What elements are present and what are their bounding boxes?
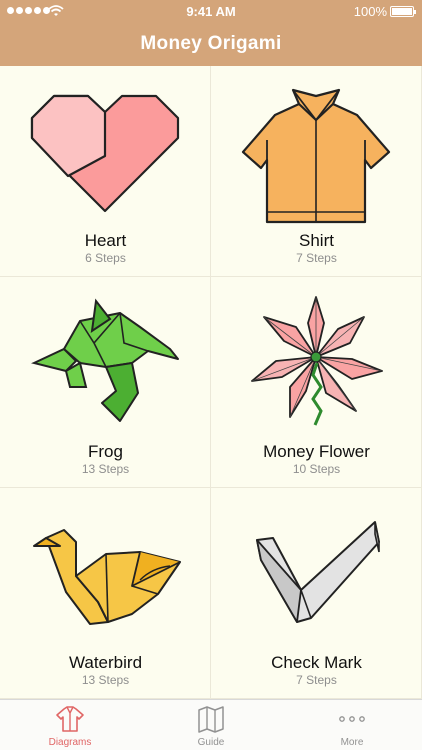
diagram-steps: 7 Steps	[296, 251, 337, 265]
page-title: Money Origami	[140, 33, 282, 54]
diagram-grid: Heart 6 Steps Shirt 7 Steps Frog 13 Step…	[0, 66, 422, 699]
shirt-icon	[241, 88, 391, 224]
diagram-title: Heart	[84, 231, 127, 250]
tab-label: More	[340, 737, 364, 748]
tab-label: Guide	[197, 737, 225, 748]
diagram-steps: 7 Steps	[296, 673, 337, 687]
navigation-bar: Money Origami	[0, 22, 422, 66]
battery-icon	[390, 6, 416, 17]
diagram-steps: 13 Steps	[81, 673, 130, 687]
check-mark-icon	[256, 521, 380, 623]
diagram-title: Frog	[88, 442, 123, 461]
map-icon	[198, 706, 224, 733]
shirt-outline-icon	[56, 706, 84, 732]
tab-guide[interactable]: Guide	[141, 700, 281, 750]
tab-more[interactable]: More	[282, 700, 422, 750]
diagram-steps: 10 Steps	[292, 462, 341, 476]
diagram-title: Waterbird	[68, 653, 143, 672]
diagram-card-heart[interactable]: Heart 6 Steps	[0, 66, 211, 277]
battery-percentage: 100%	[353, 4, 387, 19]
waterbird-icon	[33, 529, 181, 625]
diagram-steps: 6 Steps	[85, 251, 126, 265]
tab-bar: Diagrams Guide More	[0, 699, 422, 750]
diagram-title: Check Mark	[271, 653, 362, 672]
frog-icon	[31, 298, 179, 422]
tab-diagrams[interactable]: Diagrams	[0, 700, 140, 750]
ellipsis-icon	[339, 716, 365, 722]
diagram-title: Money Flower	[263, 442, 370, 461]
diagram-card-frog[interactable]: Frog 13 Steps	[0, 277, 211, 488]
flower-icon	[251, 296, 383, 426]
diagram-card-waterbird[interactable]: Waterbird 13 Steps	[0, 488, 211, 699]
diagram-card-check-mark[interactable]: Check Mark 7 Steps	[211, 488, 422, 699]
diagram-steps: 13 Steps	[81, 462, 130, 476]
diagram-card-shirt[interactable]: Shirt 7 Steps	[211, 66, 422, 277]
diagram-card-money-flower[interactable]: Money Flower 10 Steps	[211, 277, 422, 488]
tab-label: Diagrams	[48, 737, 92, 748]
heart-icon	[30, 94, 180, 213]
diagram-title: Shirt	[299, 231, 334, 250]
status-bar: 9:41 AM 100%	[0, 0, 422, 22]
